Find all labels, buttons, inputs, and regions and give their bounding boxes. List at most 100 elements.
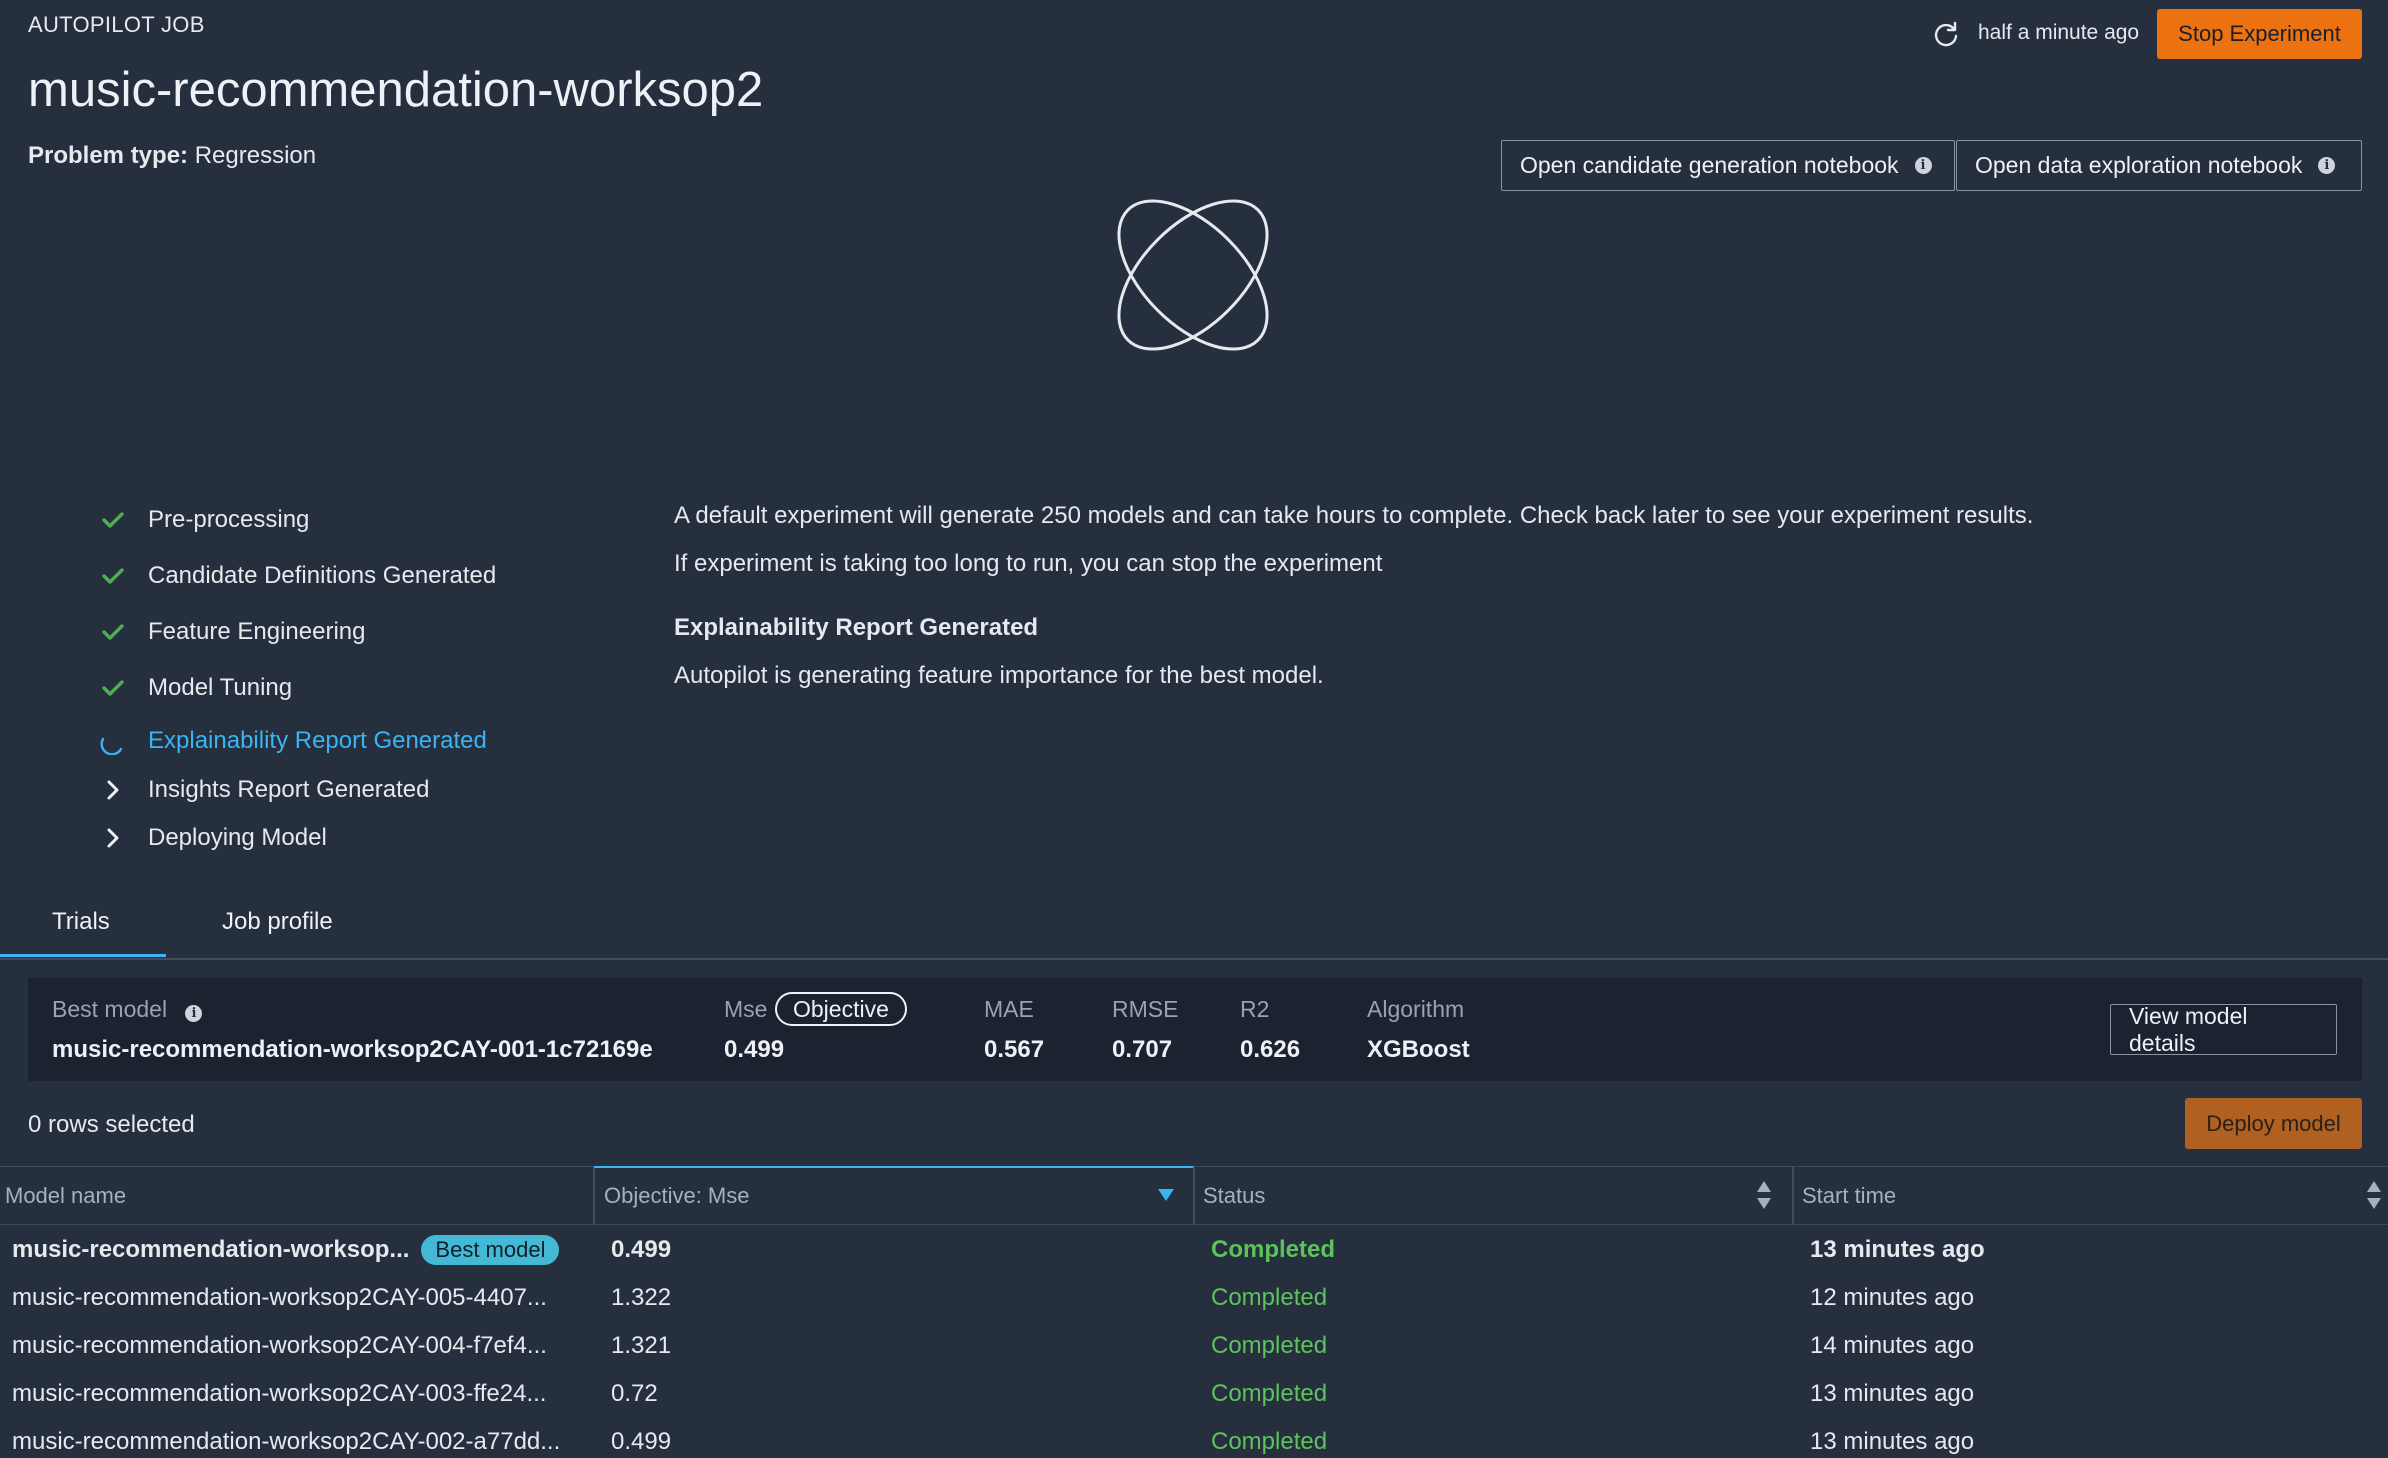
table-row[interactable]: music-recommendation-worksop2CAY-002-a77… <box>0 1418 2388 1458</box>
step-label: Feature Engineering <box>148 618 366 645</box>
step-feature-engineering: Feature Engineering <box>98 612 638 652</box>
algorithm-label: Algorithm <box>1367 996 1465 1022</box>
objective-cell: 0.499 <box>611 1236 672 1263</box>
step-label: Deploying Model <box>148 824 327 851</box>
sort-desc-icon[interactable] <box>1156 1187 1176 1208</box>
model-name-cell[interactable]: music-recommendation-worksop2CAY-002-a77… <box>12 1418 560 1458</box>
start-time-cell: 13 minutes ago <box>1810 1236 1985 1263</box>
candidate-notebook-label: Open candidate generation notebook <box>1520 152 1899 178</box>
step-label: Model Tuning <box>148 674 293 701</box>
tab-trials[interactable]: Trials <box>52 908 110 936</box>
step-model-tuning: Model Tuning <box>98 668 638 708</box>
page-eyebrow: AUTOPILOT JOB <box>28 12 205 37</box>
refresh-icon[interactable] <box>1928 16 1964 52</box>
autopilot-orbit-icon <box>1108 190 1278 360</box>
table-row[interactable]: music-recommendation-worksop2CAY-005-440… <box>0 1274 2388 1322</box>
mae-label: MAE <box>984 996 1034 1022</box>
step-candidate-definitions: Candidate Definitions Generated <box>98 556 638 596</box>
status-cell: Completed <box>1211 1332 1328 1359</box>
column-start-time[interactable]: Start time <box>1802 1167 1896 1224</box>
step-preprocessing: Pre-processing <box>98 500 638 540</box>
table-row[interactable]: music-recommendation-worksop2CAY-003-ffe… <box>0 1370 2388 1418</box>
step-label: Insights Report Generated <box>148 776 430 803</box>
status-cell: Completed <box>1211 1284 1328 1311</box>
status-cell: Completed <box>1211 1236 1336 1263</box>
algorithm-value: XGBoost <box>1367 1036 1470 1063</box>
start-time-cell: 13 minutes ago <box>1810 1428 1975 1455</box>
info-icon[interactable]: i <box>1914 157 1932 174</box>
chevron-right-icon <box>98 823 128 853</box>
status-cell: Completed <box>1211 1380 1328 1407</box>
mse-label: Mse <box>724 996 768 1022</box>
model-name-cell[interactable]: music-recommendation-worksop2CAY-003-ffe… <box>12 1370 546 1418</box>
mae-value: 0.567 <box>984 1036 1045 1063</box>
model-name-cell[interactable]: music-recommendation-worksop2CAY-004-f7e… <box>12 1322 547 1370</box>
column-model-name[interactable]: Model name <box>5 1167 126 1224</box>
stop-experiment-button[interactable]: Stop Experiment <box>2157 9 2362 59</box>
objective-badge: Objective <box>775 992 907 1026</box>
open-candidate-notebook-button[interactable]: Open candidate generation notebook i <box>1501 140 1955 191</box>
check-icon <box>98 561 128 591</box>
step-label: Explainability Report Generated <box>148 727 487 754</box>
view-model-details-button[interactable]: View model details <box>2110 1003 2337 1056</box>
current-step-description: Autopilot is generating feature importan… <box>674 662 1324 689</box>
tab-selected-indicator <box>0 954 166 957</box>
column-objective-mse[interactable]: Objective: Mse <box>604 1167 750 1224</box>
problem-type-label: Problem type: <box>28 142 189 169</box>
step-label: Candidate Definitions Generated <box>148 562 497 589</box>
page-title: music-recommendation-worksop2 <box>28 63 764 117</box>
info-icon[interactable]: i <box>2318 157 2336 174</box>
step-insights-report: Insights Report Generated <box>98 770 638 810</box>
r2-label: R2 <box>1240 996 1270 1022</box>
best-model-name: music-recommendation-worksop2CAY-001-1c7… <box>52 1036 653 1063</box>
rmse-value: 0.707 <box>1112 1036 1173 1063</box>
objective-cell: 1.321 <box>611 1332 672 1359</box>
best-model-label-text: Best model <box>52 996 168 1022</box>
chevron-right-icon <box>98 775 128 805</box>
mse-value: 0.499 <box>724 1036 785 1063</box>
open-exploration-notebook-button[interactable]: Open data exploration notebook i <box>1956 140 2362 191</box>
problem-type: Problem type: Regression <box>28 142 316 170</box>
spinner-icon <box>98 726 128 756</box>
best-model-label: Best model i <box>52 996 203 1023</box>
deploy-model-button[interactable]: Deploy model <box>2185 1098 2362 1149</box>
step-explainability-report: Explainability Report Generated <box>98 721 638 761</box>
check-icon <box>98 617 128 647</box>
column-divider[interactable] <box>593 1167 595 1224</box>
problem-type-value: Regression <box>194 142 317 169</box>
current-step-heading: Explainability Report Generated <box>674 614 1039 641</box>
step-deploying-model: Deploying Model <box>98 818 638 858</box>
model-name-cell[interactable]: music-recommendation-worksop2CAY-005-440… <box>12 1274 547 1322</box>
status-cell: Completed <box>1211 1428 1328 1455</box>
rmse-label: RMSE <box>1112 996 1179 1022</box>
rows-selected-count: 0 rows selected <box>28 1111 195 1138</box>
sort-icon[interactable] <box>1755 1179 1773 1216</box>
column-divider[interactable] <box>1193 1167 1195 1224</box>
objective-cell: 0.72 <box>611 1380 658 1407</box>
objective-cell: 0.499 <box>611 1428 672 1455</box>
r2-value: 0.626 <box>1240 1036 1301 1063</box>
start-time-cell: 13 minutes ago <box>1810 1380 1975 1407</box>
check-icon <box>98 505 128 535</box>
column-status[interactable]: Status <box>1203 1167 1265 1224</box>
column-divider[interactable] <box>1792 1167 1794 1224</box>
objective-cell: 1.322 <box>611 1284 672 1311</box>
info-icon[interactable]: i <box>185 1005 203 1022</box>
exploration-notebook-label: Open data exploration notebook <box>1975 152 2303 178</box>
best-model-badge: Best model <box>421 1235 560 1265</box>
model-name[interactable]: music-recommendation-worksop... <box>12 1236 409 1264</box>
trials-table-header: Model name Objective: Mse Status Start t… <box>0 1166 2388 1225</box>
table-row[interactable]: music-recommendation-worksop2CAY-004-f7e… <box>0 1322 2388 1370</box>
tab-job-profile[interactable]: Job profile <box>222 908 333 936</box>
table-row[interactable]: music-recommendation-worksop... Best mod… <box>0 1226 2388 1274</box>
best-model-summary: Best model i music-recommendation-workso… <box>28 978 2362 1081</box>
autopilot-job-page: AUTOPILOT JOB music-recommendation-works… <box>0 0 2388 1458</box>
last-updated-text: half a minute ago <box>1978 21 2140 44</box>
experiment-info-text: A default experiment will generate 250 m… <box>674 502 2034 529</box>
experiment-stop-hint: If experiment is taking too long to run,… <box>674 550 1383 577</box>
sort-icon[interactable] <box>2365 1179 2383 1216</box>
model-name-cell[interactable]: music-recommendation-worksop... Best mod… <box>12 1226 560 1274</box>
step-label: Pre-processing <box>148 506 310 533</box>
check-icon <box>98 673 128 703</box>
tabs-divider <box>0 958 2388 960</box>
